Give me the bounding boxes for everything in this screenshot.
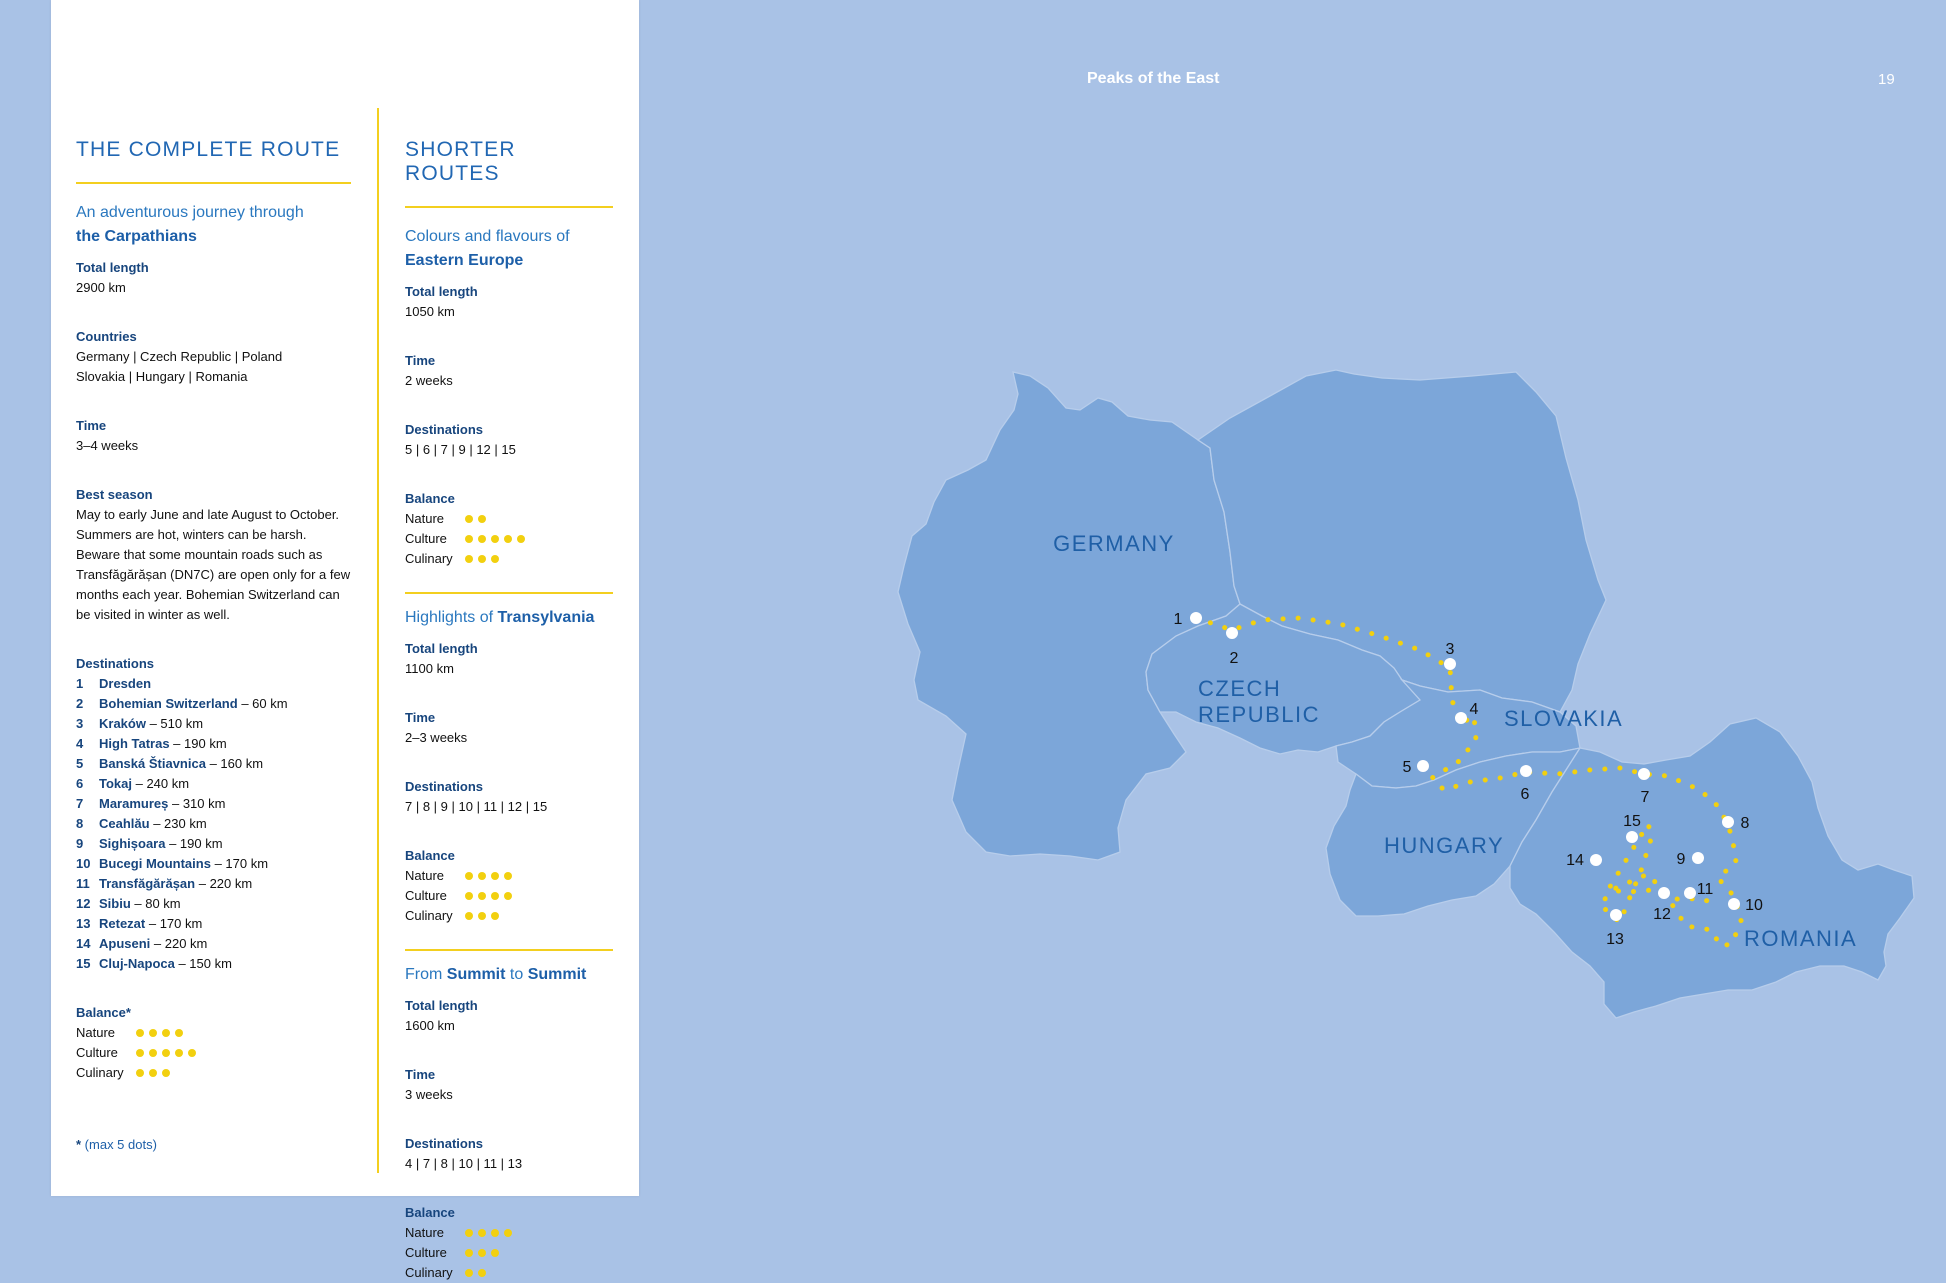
stop-number-14: 14 [1566,852,1584,869]
stop-number-1: 1 [1174,611,1183,628]
stop-number-8: 8 [1741,815,1750,832]
stop-marker-11 [1684,887,1696,899]
stop-number-2: 2 [1230,650,1239,667]
germany-shape [897,371,1241,861]
country-label-slovakia: SLOVAKIA [1504,706,1623,731]
balance-row-label: Culinary [405,1265,453,1280]
stop-number-5: 5 [1403,759,1412,776]
stop-marker-14 [1590,854,1602,866]
stop-number-9: 9 [1677,851,1686,868]
balance-dots [465,1269,486,1277]
stop-number-12: 12 [1653,906,1671,923]
stop-marker-15 [1626,831,1638,843]
stop-number-10: 10 [1745,897,1763,914]
country-label-romania: ROMANIA [1744,926,1857,951]
stop-marker-5 [1417,760,1429,772]
stop-marker-12 [1658,887,1670,899]
stop-marker-10 [1728,898,1740,910]
balance-row-culinary: Culinary [405,1263,613,1283]
stop-marker-8 [1722,816,1734,828]
stop-marker-6 [1520,765,1532,777]
country-label-germany: GERMANY [1053,531,1175,556]
stop-marker-1 [1190,612,1202,624]
stop-number-6: 6 [1521,786,1530,803]
stop-number-15: 15 [1623,813,1641,830]
stop-marker-2 [1226,627,1238,639]
rating-dot [465,1269,473,1277]
stop-marker-9 [1692,852,1704,864]
stop-number-11: 11 [1697,881,1714,898]
country-label-hungary: HUNGARY [1384,833,1504,858]
country-label-czech: CZECH [1198,676,1281,701]
country-label-republic: REPUBLIC [1198,702,1320,727]
stop-marker-13 [1610,909,1622,921]
stop-marker-3 [1444,658,1456,670]
stop-number-13: 13 [1606,931,1624,948]
stop-number-4: 4 [1470,701,1479,718]
stop-number-7: 7 [1641,789,1650,806]
route-map: GERMANY CZECH REPUBLIC SLOVAKIA HUNGARY … [897,369,1915,1019]
stop-marker-7 [1638,768,1650,780]
stop-marker-4 [1455,712,1467,724]
stop-number-3: 3 [1446,641,1455,658]
rating-dot [478,1269,486,1277]
